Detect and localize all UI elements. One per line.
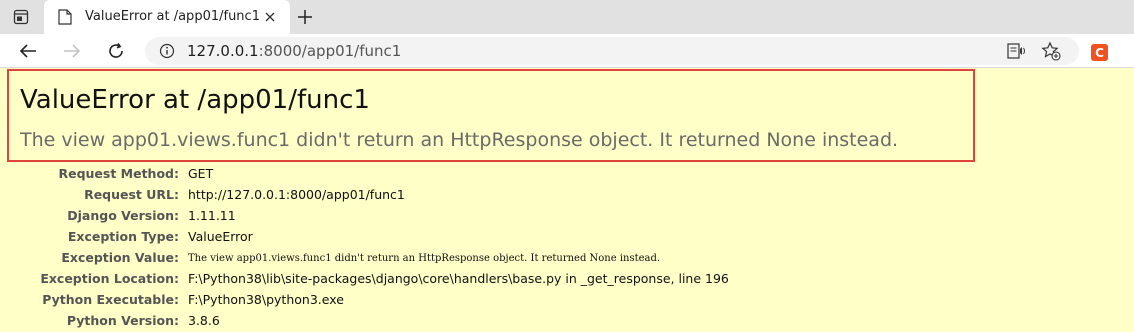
error-message: The view app01.views.func1 didn't return…: [20, 129, 899, 151]
meta-row: Request URL: http://127.0.0.1:8000/app01…: [0, 185, 1134, 206]
page-favicon-icon: [58, 9, 72, 25]
page-title: ValueError at /app01/func1: [20, 85, 370, 115]
close-icon: [265, 12, 275, 22]
plus-icon: [298, 10, 312, 24]
refresh-button[interactable]: [104, 39, 128, 63]
meta-row: Exception Value: The view app01.views.fu…: [0, 248, 1134, 269]
meta-value: F:\Python38\lib\site-packages\django\cor…: [188, 271, 729, 286]
reader-view-icon[interactable]: [1007, 42, 1027, 60]
meta-value: http://127.0.0.1:8000/app01/func1: [188, 187, 405, 202]
meta-value: GET: [188, 166, 214, 181]
meta-row: Python Executable: F:\Python38\python3.e…: [0, 290, 1134, 311]
meta-value: 3.8.6: [188, 313, 220, 328]
toolbar: 127.0.0.1:8000/app01/func1 C: [0, 34, 1134, 68]
extension-button[interactable]: C: [1091, 44, 1108, 61]
url-text[interactable]: 127.0.0.1:8000/app01/func1: [187, 42, 401, 60]
meta-value: The view app01.views.func1 didn't return…: [188, 253, 661, 264]
request-meta-table: Request Method: GET Request URL: http://…: [0, 164, 1134, 332]
meta-label: Request Method:: [58, 166, 179, 181]
new-tab-button[interactable]: [294, 6, 316, 28]
refresh-icon: [109, 43, 123, 58]
meta-value: 1.11.11: [188, 208, 236, 223]
tab-active[interactable]: ValueError at /app01/func1: [44, 0, 290, 34]
add-favorite-icon[interactable]: [1041, 41, 1061, 61]
meta-label: Exception Type:: [67, 229, 179, 244]
meta-label: Django Version:: [67, 208, 179, 223]
meta-label: Exception Location:: [40, 271, 179, 286]
meta-label: Python Executable:: [42, 292, 179, 307]
info-icon[interactable]: [159, 43, 175, 59]
url-path: :8000/app01/func1: [258, 42, 402, 60]
meta-row: Python Version: 3.8.6: [0, 311, 1134, 332]
meta-label: Request URL:: [84, 187, 179, 202]
meta-row: Django Version: 1.11.11: [0, 206, 1134, 227]
meta-row: Exception Location: F:\Python38\lib\site…: [0, 269, 1134, 290]
meta-label: Python Version:: [66, 313, 179, 328]
back-arrow-icon: [19, 44, 36, 58]
tab-strip: ValueError at /app01/func1: [0, 0, 1134, 34]
meta-value: ValueError: [188, 229, 253, 244]
tab-close-button[interactable]: [261, 8, 279, 26]
back-button[interactable]: [16, 39, 40, 63]
forward-arrow-icon: [64, 44, 81, 58]
meta-row: Request Method: GET: [0, 164, 1134, 185]
tab-actions-button[interactable]: [10, 7, 32, 27]
tab-title: ValueError at /app01/func1: [85, 9, 260, 24]
meta-row: Exception Type: ValueError: [0, 227, 1134, 248]
forward-button[interactable]: [60, 39, 84, 63]
address-bar[interactable]: 127.0.0.1:8000/app01/func1: [145, 37, 1079, 65]
tab-actions-icon: [13, 9, 29, 25]
meta-value: F:\Python38\python3.exe: [188, 292, 344, 307]
meta-label: Exception Value:: [61, 250, 179, 265]
url-host: 127.0.0.1: [187, 42, 259, 60]
